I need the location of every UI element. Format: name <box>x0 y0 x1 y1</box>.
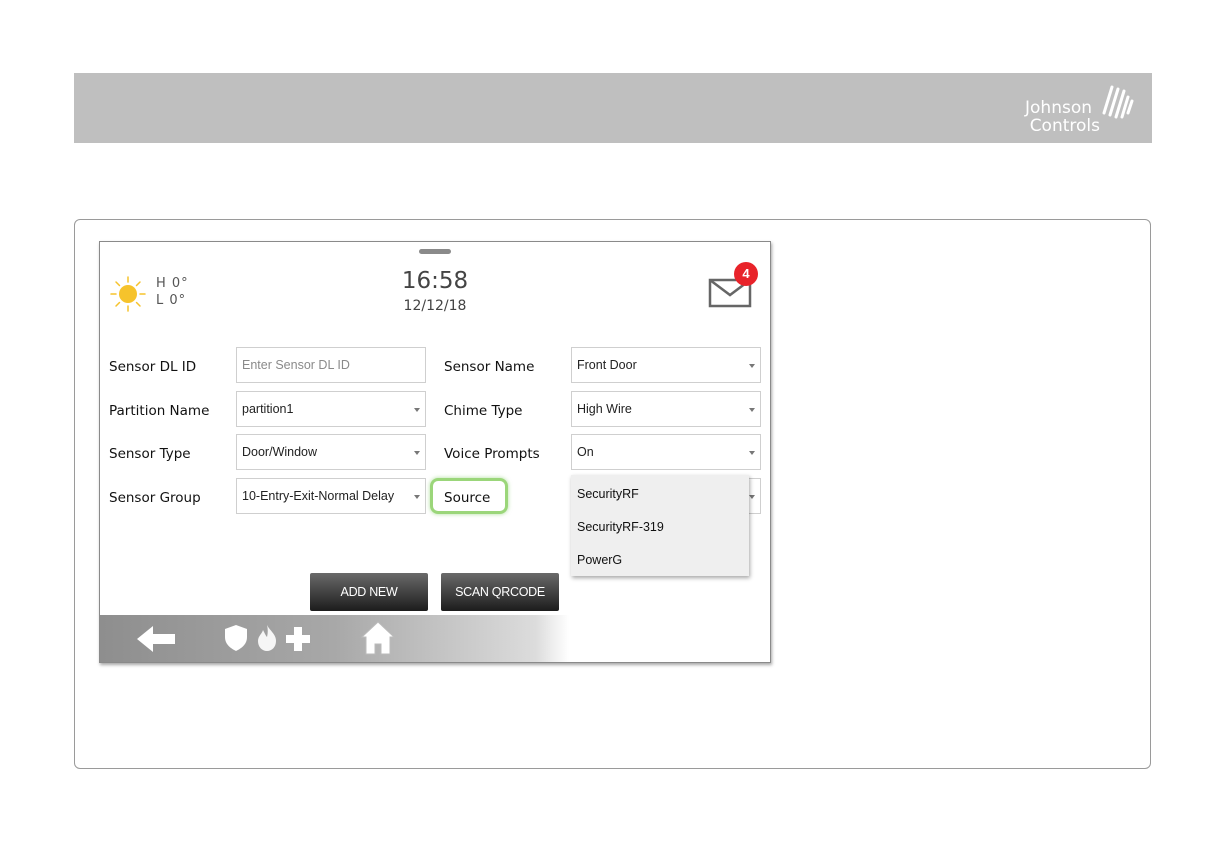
header-banner <box>74 73 1152 143</box>
chevron-down-icon <box>749 495 755 499</box>
scan-qrcode-button[interactable]: SCAN QRCODE <box>441 573 559 611</box>
pull-down-handle[interactable] <box>419 249 451 254</box>
source-label: Source <box>444 490 491 506</box>
panel-screen: H 0° L 0° 16:58 12/12/18 4 Sensor DL ID … <box>99 241 771 663</box>
sensor-group-select[interactable]: 10-Entry-Exit-Normal Delay <box>236 478 426 514</box>
message-count-badge: 4 <box>734 262 758 286</box>
chime-type-label: Chime Type <box>444 403 523 419</box>
voice-prompts-value: On <box>577 445 594 459</box>
chevron-down-icon <box>414 495 420 499</box>
dropdown-option-securityrf-319[interactable]: SecurityRF-319 <box>577 520 664 534</box>
sensor-type-value: Door/Window <box>242 445 318 459</box>
chevron-down-icon <box>414 408 420 412</box>
dropdown-option-securityrf[interactable]: SecurityRF <box>577 487 639 501</box>
clock-time: 16:58 <box>401 268 469 294</box>
source-dropdown-menu: SecurityRF SecurityRF-319 PowerG <box>571 475 749 576</box>
logo-mark-icon <box>1102 85 1134 119</box>
chime-type-value: High Wire <box>577 402 632 416</box>
voice-prompts-label: Voice Prompts <box>444 446 540 462</box>
chevron-down-icon <box>749 364 755 368</box>
sensor-name-select[interactable]: Front Door <box>571 347 761 383</box>
sensor-dl-id-label: Sensor DL ID <box>109 359 197 375</box>
partition-name-label: Partition Name <box>109 403 210 419</box>
sensor-name-value: Front Door <box>577 358 637 372</box>
medical-cross-icon[interactable] <box>286 627 310 651</box>
chime-type-select[interactable]: High Wire <box>571 391 761 427</box>
sensor-type-label: Sensor Type <box>109 446 191 462</box>
chevron-down-icon <box>749 451 755 455</box>
temperature-high: H 0° <box>156 276 189 291</box>
sensor-type-select[interactable]: Door/Window <box>236 434 426 470</box>
dropdown-option-powerg[interactable]: PowerG <box>577 553 622 567</box>
home-icon[interactable] <box>360 620 396 656</box>
sensor-group-label: Sensor Group <box>109 490 201 506</box>
temperature-low: L 0° <box>156 293 187 308</box>
chevron-down-icon <box>414 451 420 455</box>
johnson-controls-logo: Johnson Controls <box>1020 83 1142 139</box>
fire-icon[interactable] <box>256 625 278 651</box>
partition-name-select[interactable]: partition1 <box>236 391 426 427</box>
sensor-group-value: 10-Entry-Exit-Normal Delay <box>242 489 395 503</box>
voice-prompts-select[interactable]: On <box>571 434 761 470</box>
chevron-down-icon <box>749 408 755 412</box>
back-arrow-icon[interactable] <box>137 626 175 652</box>
bottom-nav-bar <box>100 615 770 662</box>
sensor-name-label: Sensor Name <box>444 359 535 375</box>
sun-icon <box>110 276 146 312</box>
shield-icon[interactable] <box>225 625 247 651</box>
sensor-dl-id-input[interactable]: Enter Sensor DL ID <box>236 347 426 383</box>
partition-name-value: partition1 <box>242 402 294 416</box>
clock-date: 12/12/18 <box>403 298 467 314</box>
add-new-button[interactable]: ADD NEW <box>310 573 428 611</box>
